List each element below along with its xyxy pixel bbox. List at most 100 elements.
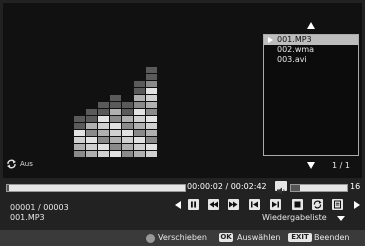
- equalizer-cell: [146, 81, 157, 87]
- equalizer-cell: [134, 88, 145, 94]
- equalizer-cell: [74, 123, 85, 129]
- equalizer-cell: [134, 144, 145, 150]
- equalizer-cell: [86, 144, 97, 150]
- equalizer-cell: [146, 116, 157, 122]
- playlist-scroll-down-icon[interactable]: [307, 162, 315, 169]
- skip-next-icon: [272, 201, 279, 208]
- navigation-pad-icon: [146, 234, 155, 243]
- playlist-item[interactable]: 003.avi: [264, 55, 358, 65]
- equalizer-cell: [74, 130, 85, 136]
- equalizer-cell: [110, 123, 121, 129]
- equalizer-cell: [98, 123, 109, 129]
- playlist-item[interactable]: 002.wma: [264, 45, 358, 55]
- equalizer-cell: [146, 130, 157, 136]
- footer-hints: Verschieben OK Auswählen EXIT Beenden: [0, 230, 365, 246]
- equalizer-cell: [110, 109, 121, 115]
- equalizer-cell: [86, 116, 97, 122]
- fast-forward-icon: [229, 201, 238, 208]
- equalizer-cell: [134, 102, 145, 108]
- move-hint-label: Verschieben: [158, 233, 207, 242]
- equalizer-cell: [122, 123, 133, 129]
- equalizer-cell: [86, 130, 97, 136]
- equalizer-cell: [122, 102, 133, 108]
- playlist: 001.MP3 002.wma 003.avi: [263, 34, 359, 156]
- pause-icon: [191, 201, 196, 208]
- equalizer-cell: [86, 123, 97, 129]
- equalizer-cell: [146, 88, 157, 94]
- track-counter: 00001 / 00003: [10, 203, 69, 212]
- equalizer-cell: [146, 123, 157, 129]
- equalizer-cell: [98, 116, 109, 122]
- rewind-button[interactable]: [208, 199, 219, 210]
- controls-right-arrow-icon[interactable]: [354, 201, 360, 209]
- repeat-mode-label: Wiedergabeliste: [262, 213, 327, 222]
- exit-hint-label: Beenden: [314, 233, 350, 242]
- repeat-indicator[interactable]: Aus: [6, 159, 33, 169]
- equalizer-visualizer: [70, 67, 200, 158]
- speaker-glyph: [277, 187, 285, 195]
- equalizer-cell: [122, 130, 133, 136]
- repeat-button[interactable]: [312, 199, 323, 210]
- select-hint-label: Auswählen: [237, 233, 281, 242]
- equalizer-cell: [110, 137, 121, 143]
- equalizer-cell: [122, 151, 133, 157]
- equalizer-cell: [98, 144, 109, 150]
- equalizer-cell: [74, 151, 85, 157]
- equalizer-cell: [146, 151, 157, 157]
- equalizer-cell: [86, 151, 97, 157]
- equalizer-cell: [110, 144, 121, 150]
- equalizer-cell: [146, 74, 157, 80]
- equalizer-cell: [110, 151, 121, 157]
- equalizer-cell: [98, 130, 109, 136]
- playlist-item-label: 002.wma: [277, 45, 315, 54]
- progress-fill: [7, 185, 10, 191]
- ok-key: OK: [219, 233, 233, 242]
- equalizer-cell: [98, 109, 109, 115]
- equalizer-cell: [146, 109, 157, 115]
- equalizer-cell: [134, 151, 145, 157]
- equalizer-cell: [134, 81, 145, 87]
- pause-button[interactable]: [188, 199, 199, 210]
- playlist-icon: [334, 200, 341, 209]
- next-track-button[interactable]: [270, 199, 281, 210]
- progress-bar[interactable]: [6, 184, 186, 192]
- equalizer-cell: [74, 137, 85, 143]
- playlist-item[interactable]: 001.MP3: [264, 35, 358, 45]
- fast-forward-button[interactable]: [228, 199, 239, 210]
- playlist-scroll-up-icon[interactable]: [307, 22, 315, 29]
- equalizer-cell: [146, 144, 157, 150]
- equalizer-cell: [110, 95, 121, 101]
- play-cursor-icon: [268, 37, 273, 43]
- equalizer-cell: [122, 109, 133, 115]
- equalizer-cell: [146, 95, 157, 101]
- current-filename: 001.MP3: [10, 213, 45, 222]
- playback-time: 00:00:02 / 00:02:42: [187, 182, 267, 191]
- mode-dropdown-icon[interactable]: [337, 216, 345, 221]
- equalizer-cell: [98, 151, 109, 157]
- media-player-screen: Aus 001.MP3 002.wma 003.avi 1 / 1 00:00:…: [0, 0, 365, 246]
- equalizer-cell: [146, 67, 157, 73]
- stop-button[interactable]: [292, 199, 303, 210]
- volume-bar[interactable]: [290, 184, 348, 192]
- volume-value: 16: [350, 182, 361, 191]
- equalizer-cell: [98, 102, 109, 108]
- controls-left-arrow-icon[interactable]: [175, 201, 181, 209]
- stop-icon: [294, 201, 301, 208]
- equalizer-cell: [146, 137, 157, 143]
- speaker-icon[interactable]: [275, 181, 287, 195]
- equalizer-cell: [134, 123, 145, 129]
- equalizer-cell: [134, 116, 145, 122]
- playlist-button[interactable]: [332, 199, 343, 210]
- repeat-icon: [313, 200, 322, 209]
- playlist-item-label: 001.MP3: [277, 35, 312, 44]
- equalizer-cell: [86, 137, 97, 143]
- playlist-item-label: 003.avi: [277, 55, 307, 64]
- equalizer-cell: [134, 109, 145, 115]
- equalizer-cell: [122, 137, 133, 143]
- skip-previous-icon: [251, 201, 258, 208]
- equalizer-cell: [86, 109, 97, 115]
- equalizer-cell: [110, 116, 121, 122]
- previous-track-button[interactable]: [249, 199, 260, 210]
- equalizer-cell: [146, 102, 157, 108]
- equalizer-cell: [110, 130, 121, 136]
